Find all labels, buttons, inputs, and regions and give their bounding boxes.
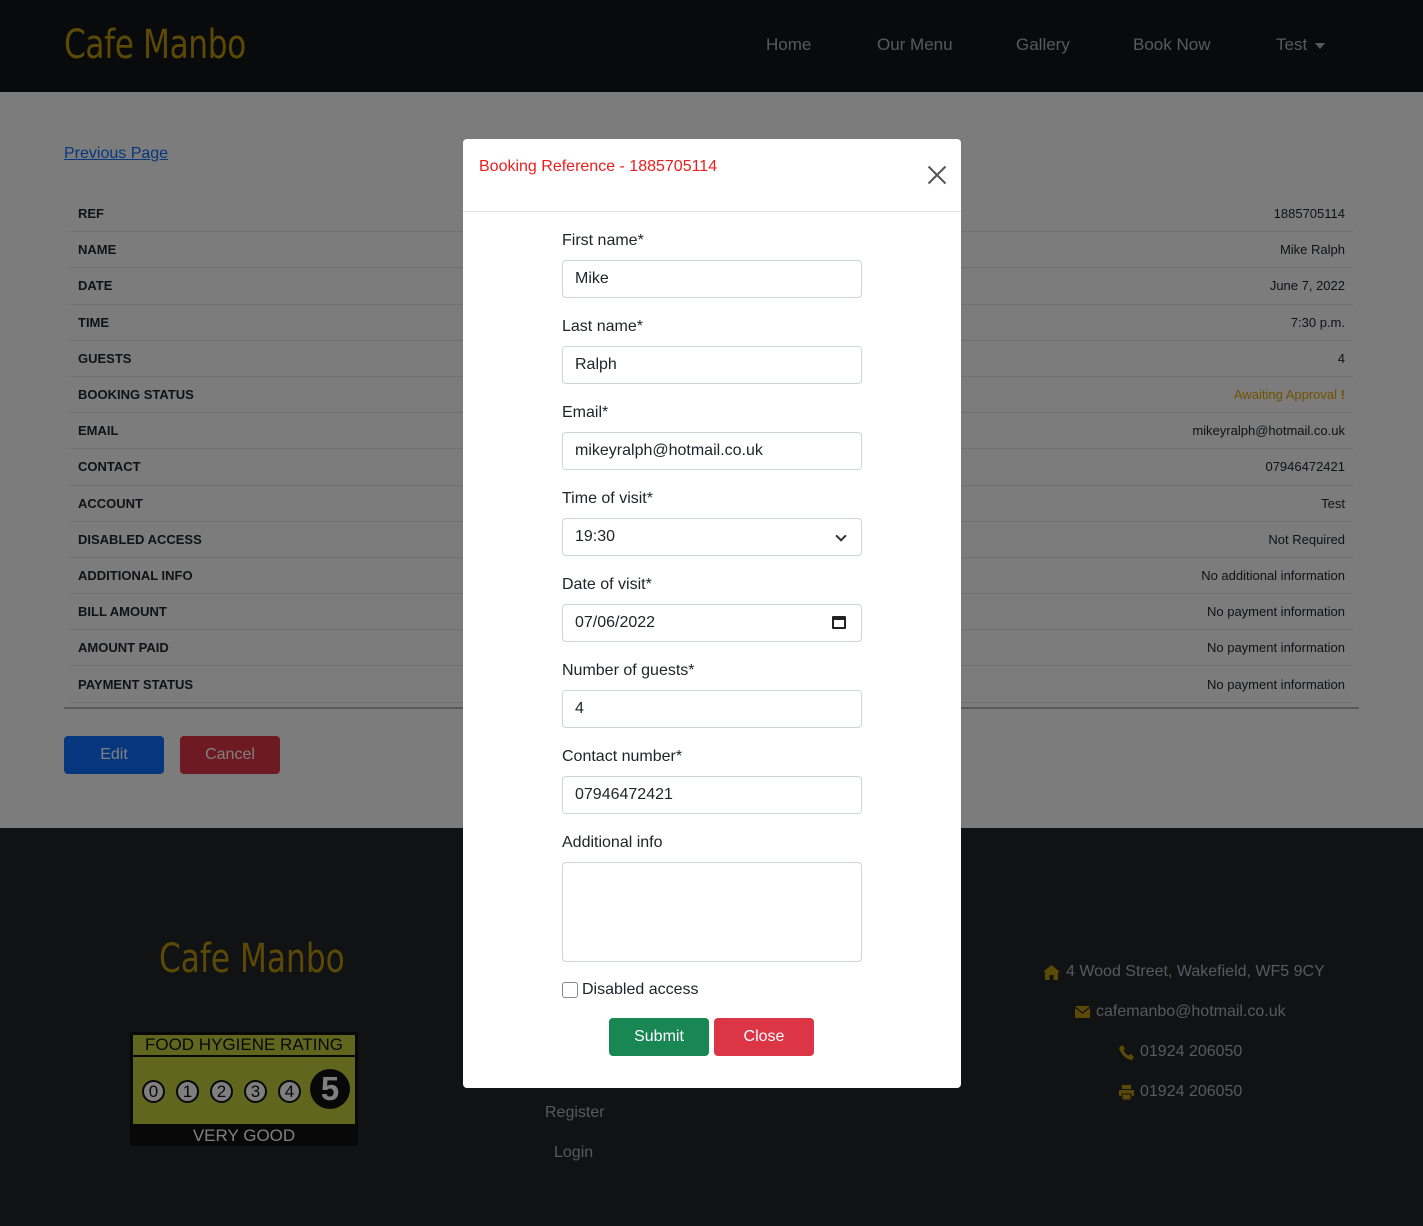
guests-label: Number of guests*: [562, 662, 695, 679]
chevron-down-icon: [835, 530, 847, 542]
email-input[interactable]: mikeyralph@hotmail.co.uk: [562, 432, 862, 470]
contact-number-label: Contact number*: [562, 748, 683, 765]
date-label: Date of visit*: [562, 576, 652, 593]
additional-info-textarea[interactable]: [562, 862, 862, 962]
first-name-input[interactable]: Mike: [562, 260, 862, 298]
modal-header: Booking Reference - 1885705114: [463, 139, 961, 212]
time-select-value: 19:30: [575, 528, 616, 545]
last-name-label: Last name*: [562, 318, 643, 335]
disabled-access-checkbox[interactable]: [562, 982, 578, 998]
calendar-icon[interactable]: [832, 616, 846, 629]
modal-title: Booking Reference - 1885705114: [479, 158, 718, 175]
guests-input[interactable]: 4: [562, 690, 862, 728]
last-name-input[interactable]: Ralph: [562, 346, 862, 384]
additional-info-label: Additional info: [562, 834, 663, 851]
edit-booking-modal: Booking Reference - 1885705114 First nam…: [463, 139, 961, 1088]
close-icon[interactable]: [925, 163, 949, 187]
contact-number-input[interactable]: 07946472421: [562, 776, 862, 814]
disabled-access-label[interactable]: Disabled access: [582, 981, 699, 999]
date-input-value: 07/06/2022: [575, 614, 656, 631]
first-name-label: First name*: [562, 232, 644, 249]
date-input[interactable]: 07/06/2022: [562, 604, 862, 642]
email-label: Email*: [562, 404, 609, 421]
time-label: Time of visit*: [562, 490, 653, 507]
time-select[interactable]: 19:30: [562, 518, 862, 556]
submit-button[interactable]: Submit: [609, 1018, 709, 1056]
close-button[interactable]: Close: [714, 1018, 814, 1056]
